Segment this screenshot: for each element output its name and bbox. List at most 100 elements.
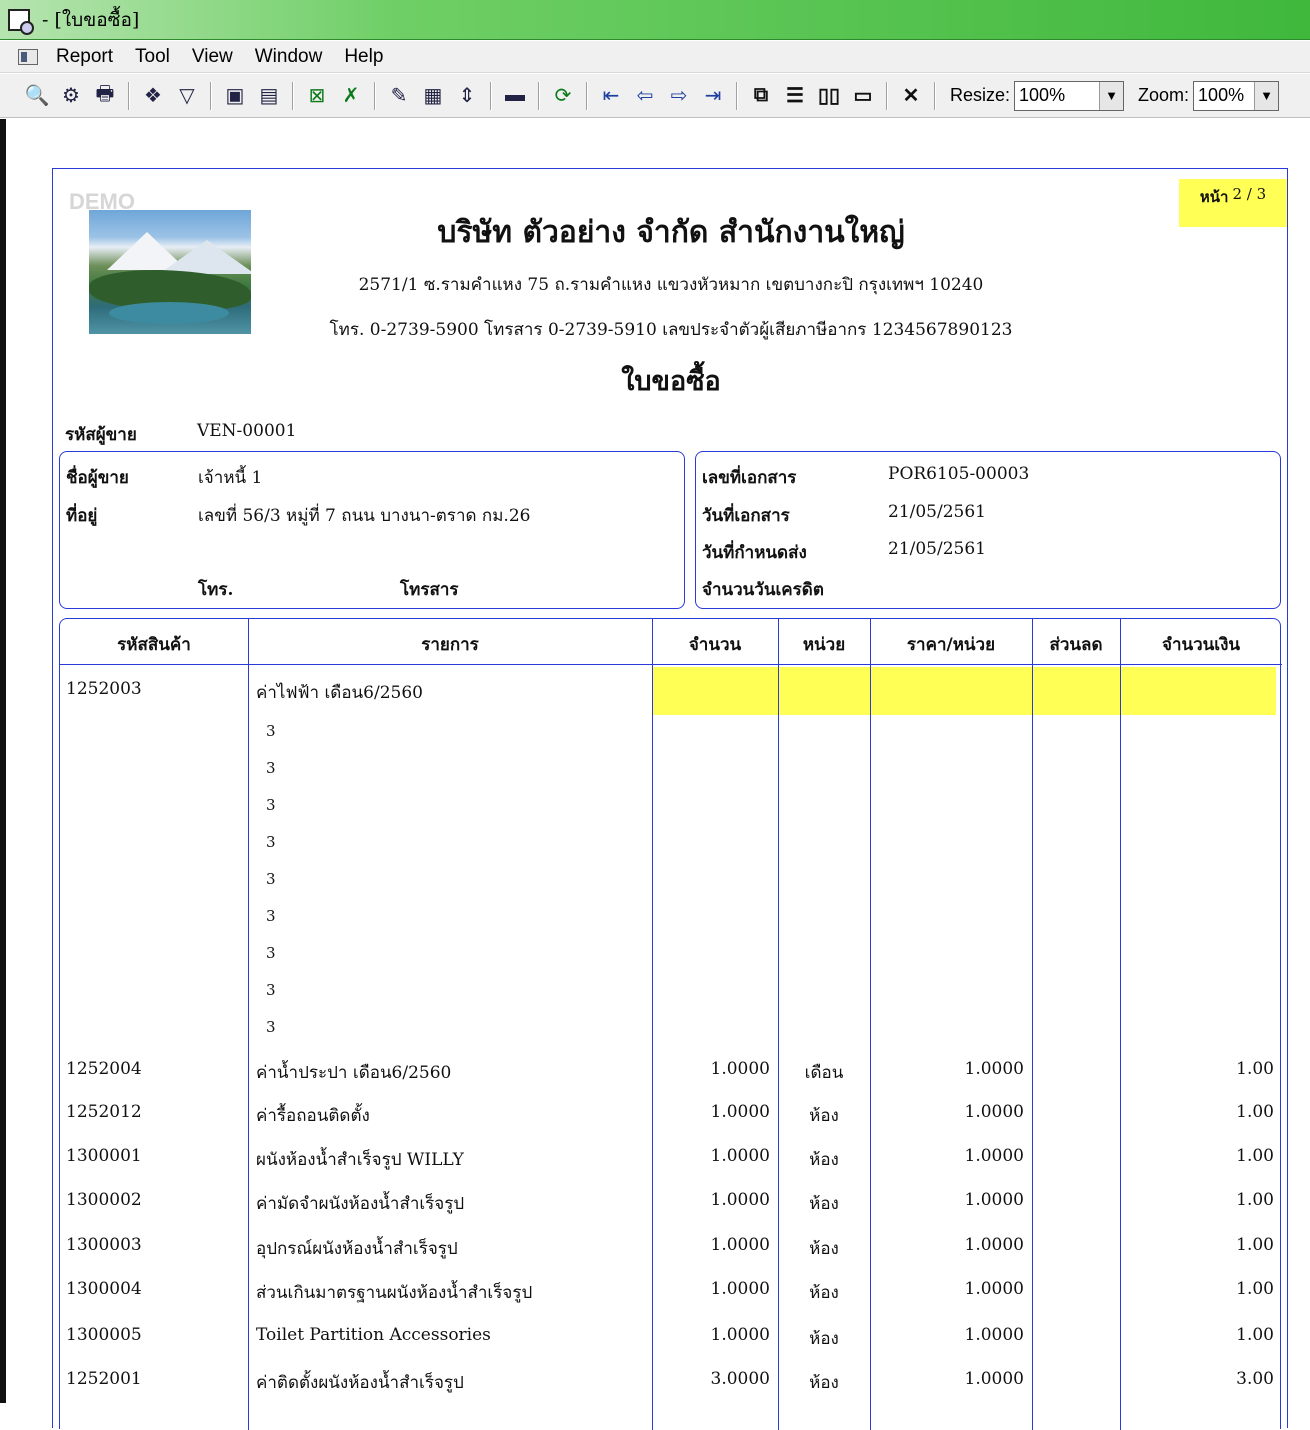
- table-row: 1252001 ค่าติดตั้งผนังห้องน้ำสำเร็จรูป 3.0…: [60, 1369, 1282, 1399]
- cell-item-description: 3: [266, 870, 276, 888]
- table-row: 1300004 ส่วนเกินมาตรฐานผนังห้องน้ำสำเร็จร…: [60, 1279, 1282, 1309]
- window-icon[interactable]: ▭: [848, 81, 878, 111]
- filter-icon[interactable]: ▽: [172, 81, 202, 111]
- cell-amount: 1.00: [1236, 1059, 1274, 1079]
- table-row: 1300005 Toilet Partition Accessories 1.000…: [60, 1325, 1282, 1355]
- cell-item-description: ค่าไฟฟ้า เดือน6/2560: [256, 683, 423, 703]
- menu-tool[interactable]: Tool: [135, 46, 170, 68]
- single-page-icon[interactable]: ☰: [780, 81, 810, 111]
- cell-item-description: ผนังห้องน้ำสำเร็จรูป WILLY: [256, 1150, 464, 1170]
- cell-product-code: 1252012: [66, 1102, 142, 1122]
- cell-amount: 1.00: [1236, 1279, 1274, 1299]
- excel-icon[interactable]: ⊠: [302, 81, 332, 111]
- multi-page-icon[interactable]: ⧉: [746, 81, 776, 111]
- toolbar: 🔍 ⚙ 🖶 ❖ ▽ ▣ ▤ ⊠ ✗ ✎ ▦ ⇕ ▬ ⟳ ⇤ ⇦ ⇨ ⇥ ⧉ ☰ ▯▯ ▭ ✕ Resize: 100% ▼ …: [0, 74, 1310, 118]
- paint-icon[interactable]: ✎: [384, 81, 414, 111]
- table-row: 3: [60, 870, 1282, 900]
- page-value: 2 / 3: [1232, 185, 1267, 203]
- vendor-address: เลขที่ 56/3 หมู่ที่ 7 ถนน บางนา-ตราด กม.…: [198, 506, 531, 526]
- cell-quantity: 1.0000: [710, 1279, 770, 1299]
- toolbar-separator: [586, 81, 588, 110]
- table-row: 1252003 ค่าไฟฟ้า เดือน6/2560: [60, 679, 1282, 709]
- column-header-unit-price: ราคา/หน่วย: [906, 635, 996, 655]
- menu-view[interactable]: View: [192, 46, 233, 68]
- preview-icon[interactable]: 🔍: [22, 81, 52, 111]
- resize-select[interactable]: 100% ▼: [1014, 80, 1125, 111]
- toolbar-separator: [292, 81, 294, 110]
- menu-help[interactable]: Help: [344, 46, 383, 68]
- doc-date-label: วันที่เอกสาร: [702, 506, 790, 526]
- cell-unit-price: 1.0000: [964, 1102, 1024, 1122]
- toolbar-buttons: 🔍 ⚙ 🖶 ❖ ▽ ▣ ▤ ⊠ ✗ ✎ ▦ ⇕ ▬ ⟳ ⇤ ⇦ ⇨ ⇥ ⧉ ☰ ▯▯ ▭ ✕: [20, 81, 942, 111]
- cell-product-code: 1252004: [66, 1059, 142, 1079]
- cell-unit-price: 1.0000: [964, 1279, 1024, 1299]
- cell-product-code: 1300001: [66, 1146, 142, 1166]
- system-menu-icon[interactable]: [18, 48, 38, 65]
- two-page-icon[interactable]: ▯▯: [814, 81, 844, 111]
- cell-quantity: 1.0000: [710, 1190, 770, 1210]
- toolbar-separator: [538, 81, 540, 110]
- grid-icon[interactable]: ▦: [418, 81, 448, 111]
- prev-page-icon[interactable]: ⇦: [630, 81, 660, 111]
- table-row: 3: [60, 1018, 1282, 1048]
- table-row: 3: [60, 907, 1282, 937]
- cell-unit: เดือน: [804, 1063, 844, 1083]
- refresh-icon[interactable]: ⟳: [548, 81, 578, 111]
- resize-value: 100%: [1019, 85, 1066, 105]
- cell-unit-price: 1.0000: [964, 1235, 1024, 1255]
- document-info-box: เลขที่เอกสาร POR6105-00003 วันที่เอกสาร …: [695, 451, 1281, 609]
- toolbar-separator: [736, 81, 738, 110]
- first-page-icon[interactable]: ⇤: [596, 81, 626, 111]
- save-icon[interactable]: ▣: [220, 81, 250, 111]
- chevron-down-icon[interactable]: ▼: [1099, 81, 1124, 110]
- document-title: ใบขอซื้อ: [621, 366, 721, 397]
- close-icon[interactable]: ✕: [896, 81, 926, 111]
- cell-item-description: 3: [266, 944, 276, 962]
- toolbar-separator: [128, 81, 130, 110]
- cell-unit-price: 1.0000: [964, 1059, 1024, 1079]
- setup-icon[interactable]: ⚙: [56, 81, 86, 111]
- vendor-box: ชื่อผู้ขาย เจ้าหนี้ 1 ที่อยู่ เลขที่ 56/…: [59, 451, 685, 609]
- report-workspace[interactable]: DEMO หน้า 2 / 3 บริษัท ตัวอย่าง จำกัด สำ…: [0, 119, 1310, 1430]
- menu-window[interactable]: Window: [255, 46, 323, 68]
- last-page-icon[interactable]: ⇥: [698, 81, 728, 111]
- column-header-discount: ส่วนลด: [1049, 635, 1103, 655]
- cell-item-description: ค่ามัดจำผนังห้องน้ำสำเร็จรูป: [256, 1194, 465, 1214]
- zoom-select[interactable]: 100% ▼: [1193, 80, 1280, 111]
- zoom-label: Zoom:: [1138, 85, 1190, 105]
- header-divider: [60, 664, 1282, 665]
- calculator-icon[interactable]: ▬: [500, 81, 530, 111]
- menu-bar: Report Tool View Window Help: [0, 41, 1310, 73]
- toolbar-separator: [210, 81, 212, 110]
- cell-unit-price: 1.0000: [964, 1369, 1024, 1389]
- column-header-item-description: รายการ: [421, 635, 479, 655]
- cell-quantity: 1.0000: [710, 1102, 770, 1122]
- vendor-code-label: รหัสผู้ขาย: [65, 425, 137, 445]
- print-icon[interactable]: 🖶: [90, 81, 120, 111]
- vendor-code: VEN-00001: [197, 421, 297, 441]
- cell-product-code: 1300003: [66, 1235, 142, 1255]
- table-row: 1300003 อุปกรณ์ผนังห้องน้ำสำเร็จรูป 1.0000…: [60, 1235, 1282, 1265]
- zoom-value: 100%: [1198, 85, 1245, 105]
- vendor-phone-label: โทร.: [198, 580, 234, 600]
- cell-item-description: 3: [266, 796, 276, 814]
- cell-amount: 1.00: [1236, 1235, 1274, 1255]
- next-page-icon[interactable]: ⇨: [664, 81, 694, 111]
- cell-product-code: 1252003: [66, 679, 142, 699]
- chevron-down-icon[interactable]: ▼: [1254, 81, 1279, 110]
- cell-unit: ห้อง: [809, 1106, 839, 1126]
- vendor-name-label: ชื่อผู้ขาย: [66, 468, 129, 488]
- column-header-amount: จำนวนเงิน: [1161, 635, 1241, 655]
- menu-report[interactable]: Report: [56, 46, 113, 68]
- excel-alt-icon[interactable]: ✗: [336, 81, 366, 111]
- cell-unit: ห้อง: [809, 1283, 839, 1303]
- cell-amount: 3.00: [1236, 1369, 1274, 1389]
- window-title: - [ใบขอซื้อ]: [42, 8, 140, 31]
- table-row: 3: [60, 759, 1282, 789]
- cell-item-description: 3: [266, 759, 276, 777]
- cell-item-description: ค่าติดตั้งผนังห้องน้ำสำเร็จรูป: [256, 1373, 464, 1393]
- cell-product-code: 1300005: [66, 1325, 142, 1345]
- group-icon[interactable]: ❖: [138, 81, 168, 111]
- fit-icon[interactable]: ⇕: [452, 81, 482, 111]
- export-icon[interactable]: ▤: [254, 81, 284, 111]
